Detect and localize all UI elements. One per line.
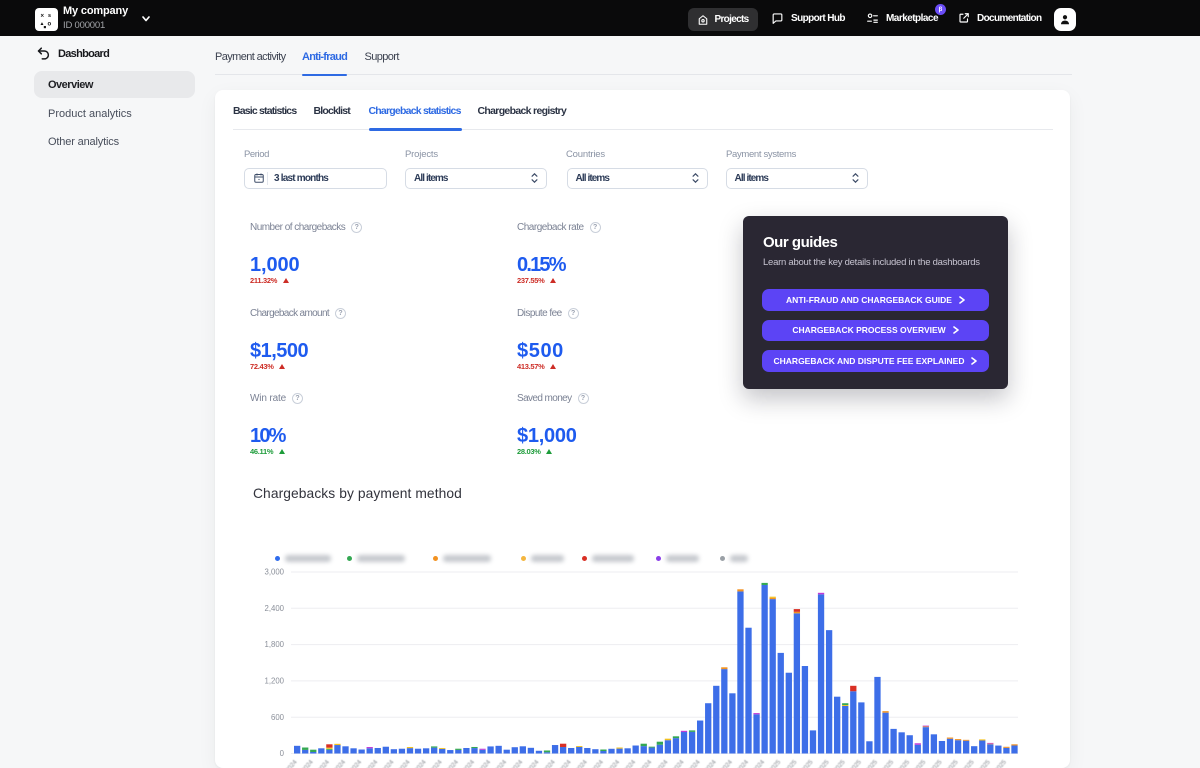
svg-text:2025: 2025 (961, 758, 976, 768)
svg-text:2024: 2024 (591, 758, 606, 768)
svg-text:2024: 2024 (381, 758, 396, 768)
svg-text:2025: 2025 (977, 758, 992, 768)
svg-text:2025: 2025 (913, 758, 928, 768)
svg-text:2024: 2024 (510, 758, 525, 768)
svg-text:2025: 2025 (849, 758, 864, 768)
svg-text:2024: 2024 (752, 758, 767, 768)
svg-text:2024: 2024 (703, 758, 718, 768)
svg-text:2024: 2024 (365, 758, 380, 768)
svg-text:s: s (48, 13, 51, 19)
svg-text:2025: 2025 (929, 758, 944, 768)
svg-text:2024: 2024 (397, 758, 412, 768)
svg-text:2024: 2024 (429, 758, 444, 768)
svg-text:2024: 2024 (413, 758, 428, 768)
svg-text:2025: 2025 (768, 758, 783, 768)
svg-text:2025: 2025 (945, 758, 960, 768)
svg-text:2024: 2024 (574, 758, 589, 768)
svg-text:2024: 2024 (349, 758, 364, 768)
svg-text:2024: 2024 (639, 758, 654, 768)
svg-text:■: ■ (44, 25, 47, 30)
svg-text:2025: 2025 (881, 758, 896, 768)
svg-text:2024: 2024 (542, 758, 557, 768)
svg-text:2025: 2025 (816, 758, 831, 768)
svg-text:2024: 2024 (687, 758, 702, 768)
svg-text:2024: 2024 (720, 758, 735, 768)
svg-text:2024: 2024 (558, 758, 573, 768)
svg-text:0: 0 (280, 749, 285, 758)
svg-text:2025: 2025 (865, 758, 880, 768)
svg-text:2024: 2024 (671, 758, 686, 768)
svg-text:2024: 2024 (736, 758, 751, 768)
svg-text:2024: 2024 (655, 758, 670, 768)
svg-text:2025: 2025 (994, 758, 1009, 768)
svg-text:2024: 2024 (284, 758, 299, 768)
svg-text:2024: 2024 (526, 758, 541, 768)
svg-text:2025: 2025 (784, 758, 799, 768)
svg-text:2024: 2024 (317, 758, 332, 768)
svg-text:2025: 2025 (897, 758, 912, 768)
svg-text:1,200: 1,200 (264, 677, 284, 686)
svg-text:2024: 2024 (494, 758, 509, 768)
svg-text:2024: 2024 (300, 758, 315, 768)
svg-text:2024: 2024 (607, 758, 622, 768)
svg-text:2024: 2024 (462, 758, 477, 768)
svg-text:2024: 2024 (478, 758, 493, 768)
svg-text:2024: 2024 (446, 758, 461, 768)
svg-text:3,000: 3,000 (264, 568, 284, 577)
svg-text:2024: 2024 (623, 758, 638, 768)
svg-text:2025: 2025 (832, 758, 847, 768)
svg-text:o: o (48, 22, 52, 28)
svg-text:2025: 2025 (800, 758, 815, 768)
svg-text:600: 600 (271, 713, 285, 722)
svg-text:1,800: 1,800 (264, 640, 284, 649)
svg-text:×: × (41, 14, 45, 20)
svg-text:2024: 2024 (333, 758, 348, 768)
svg-text:2,400: 2,400 (264, 604, 284, 613)
